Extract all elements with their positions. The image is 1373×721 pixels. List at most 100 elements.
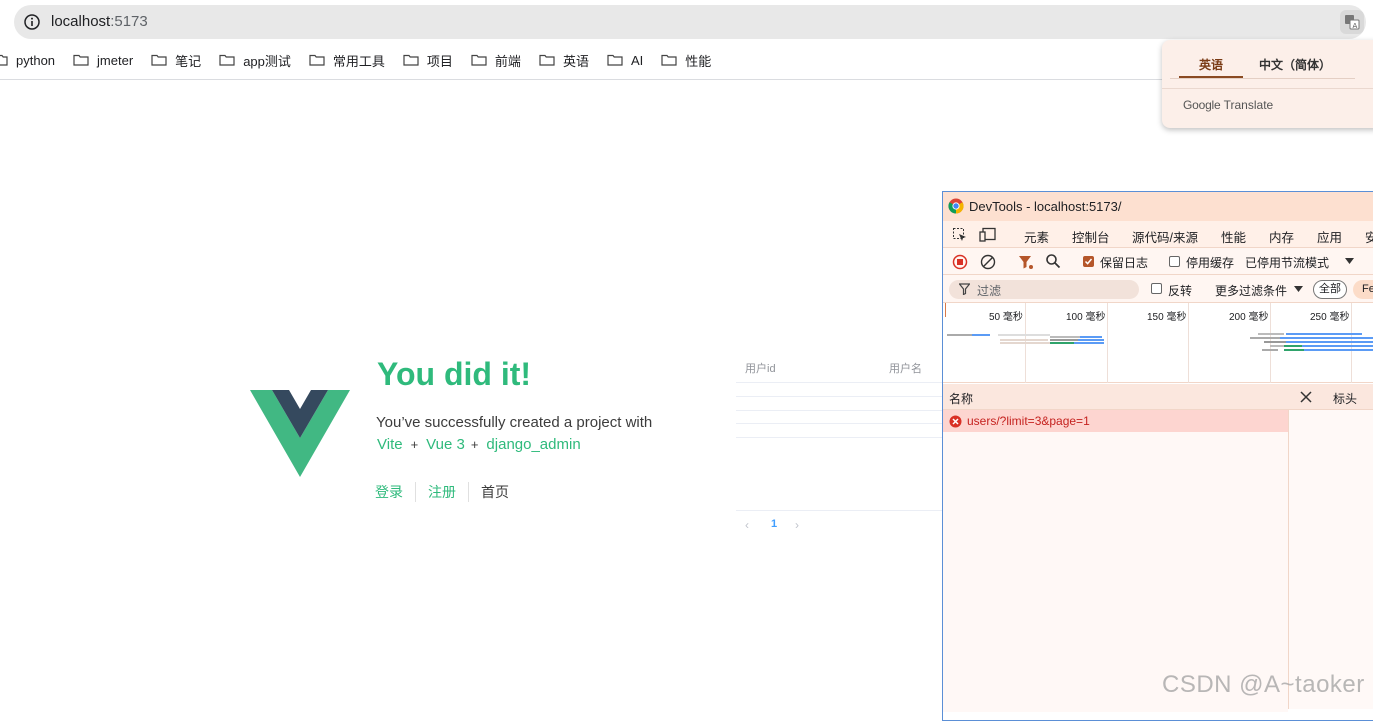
- table-row: [736, 410, 946, 411]
- nav-login[interactable]: 登录: [375, 482, 415, 502]
- waterfall-bar: [1262, 349, 1278, 351]
- preserve-log-checkbox[interactable]: [1083, 256, 1094, 267]
- inspect-element-icon[interactable]: [952, 227, 968, 243]
- waterfall-bar: [998, 334, 1050, 336]
- request-list: [943, 432, 1288, 712]
- bookmark-english[interactable]: 英语: [539, 51, 589, 70]
- preserve-log-label: 保留日志: [1100, 256, 1149, 270]
- translate-tab-source[interactable]: 英语: [1179, 56, 1243, 73]
- bookmark-ai[interactable]: AI: [607, 53, 643, 68]
- plus-sign: +: [470, 437, 479, 452]
- waterfall-bar: [1302, 345, 1373, 347]
- pager-page-1[interactable]: 1: [771, 518, 777, 530]
- folder-icon: [607, 54, 623, 66]
- translate-icon[interactable]: A: [1340, 10, 1364, 34]
- throttling-select[interactable]: 已停用节流模式: [1245, 254, 1329, 271]
- bookmark-app-test[interactable]: app测试: [219, 51, 291, 70]
- tab-console[interactable]: 控制台: [1072, 227, 1110, 246]
- bookmark-jmeter[interactable]: jmeter: [73, 53, 133, 68]
- waterfall-bar: [1050, 339, 1078, 341]
- address-bar[interactable]: [14, 5, 1366, 39]
- table-header-line: [736, 382, 946, 383]
- timeline-gridline: [1188, 303, 1189, 383]
- timeline-tick-label: 250 毫秒: [1310, 312, 1350, 323]
- tab-performance[interactable]: 性能: [1221, 227, 1246, 246]
- tab-application[interactable]: 应用: [1317, 227, 1342, 246]
- link-vue3[interactable]: Vue 3: [426, 436, 465, 453]
- waterfall-bar: [1080, 336, 1102, 338]
- tab-elements[interactable]: 元素: [1024, 227, 1049, 246]
- chevron-down-icon[interactable]: [1345, 258, 1354, 264]
- timeline-tick-label: 150 毫秒: [1147, 312, 1187, 323]
- bookmark-notes[interactable]: 笔记: [151, 51, 201, 70]
- column-name-header[interactable]: 名称: [949, 390, 973, 407]
- waterfall-bar: [1258, 333, 1284, 335]
- bookmark-performance[interactable]: 性能: [661, 51, 711, 70]
- waterfall-bar: [1250, 337, 1280, 339]
- bookmark-projects[interactable]: 项目: [403, 51, 453, 70]
- url-host: localhost: [51, 13, 111, 30]
- tab-memory[interactable]: 内存: [1269, 227, 1294, 246]
- translate-tab-indicator: [1179, 76, 1243, 78]
- site-info-icon[interactable]: [22, 12, 42, 32]
- table-header-user-id: 用户id: [745, 363, 776, 375]
- bookmark-label: app测试: [243, 53, 291, 69]
- bookmark-label: 前端: [494, 53, 521, 69]
- clear-icon[interactable]: [980, 254, 996, 270]
- waterfall-bar: [1280, 337, 1373, 339]
- tab-security[interactable]: 安: [1365, 227, 1373, 246]
- nav-home[interactable]: 首页: [468, 482, 521, 502]
- filter-icon: [959, 283, 970, 295]
- timeline-gridline: [1270, 303, 1271, 383]
- folder-icon: [73, 54, 89, 66]
- pager-next-button[interactable]: ›: [795, 518, 799, 532]
- waterfall-bar: [1284, 349, 1304, 351]
- more-filters-select[interactable]: 更多过滤条件: [1215, 282, 1287, 299]
- search-icon[interactable]: [1045, 253, 1061, 269]
- table-bottom-line: [736, 510, 946, 511]
- tab-sources[interactable]: 源代码/来源: [1132, 227, 1198, 246]
- filter-funnel-icon[interactable]: [1018, 254, 1034, 270]
- url-text[interactable]: localhost:5173: [51, 13, 148, 30]
- bookmark-frontend[interactable]: 前端: [471, 51, 521, 70]
- vue-logo: [250, 390, 350, 477]
- bookmark-tools[interactable]: 常用工具: [309, 51, 385, 70]
- bookmark-label: 性能: [685, 53, 712, 69]
- timeline-start-marker: [945, 303, 946, 317]
- chevron-down-icon[interactable]: [1294, 286, 1303, 292]
- invert-label: 反转: [1168, 284, 1193, 298]
- translate-tab-divider: [1170, 78, 1355, 79]
- bookmark-label: 项目: [426, 53, 453, 69]
- bookmarks-bar: python jmeter 笔记 app测试 常用工具 项目 前端 英语 AI …: [0, 47, 729, 73]
- table-row: [736, 437, 946, 438]
- waterfall-bar: [1050, 336, 1080, 338]
- folder-icon: [403, 54, 419, 66]
- google-translate-brand: Google Translate: [1183, 98, 1273, 112]
- record-stop-icon[interactable]: [952, 254, 968, 270]
- folder-icon: [219, 54, 235, 66]
- brand-google: Google: [1183, 98, 1221, 112]
- bookmark-python[interactable]: python: [0, 53, 55, 68]
- waterfall-bar: [947, 334, 972, 336]
- waterfall-bar: [1074, 342, 1104, 344]
- link-django-admin[interactable]: django_admin: [486, 436, 580, 453]
- waterfall-bar: [1264, 341, 1286, 343]
- waterfall-bar: [1050, 342, 1074, 344]
- device-toolbar-icon[interactable]: [979, 227, 997, 243]
- tab-headers[interactable]: 标头: [1333, 390, 1357, 407]
- filter-fetch-button[interactable]: Fe: [1353, 280, 1373, 299]
- translate-divider: [1162, 88, 1373, 89]
- translate-tab-target[interactable]: 中文（简体）: [1255, 56, 1335, 73]
- devtools-title: DevTools - localhost:5173/: [969, 199, 1122, 214]
- nav-register[interactable]: 注册: [415, 482, 468, 502]
- filter-all-button[interactable]: 全部: [1313, 280, 1347, 299]
- pager-prev-button[interactable]: ‹: [745, 518, 749, 532]
- close-icon[interactable]: [1300, 388, 1312, 403]
- disable-cache-checkbox[interactable]: [1169, 256, 1180, 267]
- request-list-header: [943, 384, 1288, 410]
- network-toolbar: 保留日志 停用缓存 已停用节流模式: [943, 248, 1373, 275]
- table-row: [736, 396, 946, 397]
- invert-checkbox[interactable]: [1151, 283, 1162, 294]
- watermark: CSDN @A~taoker: [1162, 671, 1365, 698]
- link-vite[interactable]: Vite: [377, 436, 403, 453]
